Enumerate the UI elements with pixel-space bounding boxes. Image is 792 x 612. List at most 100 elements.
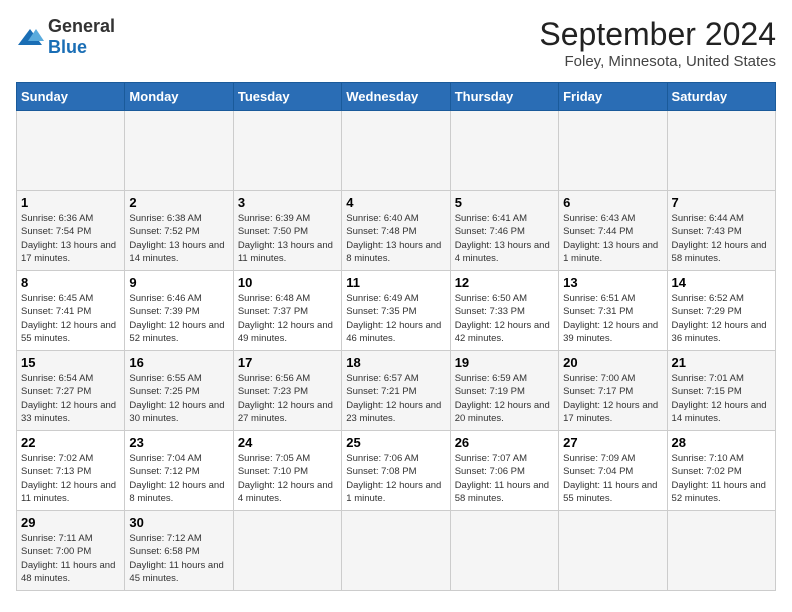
- day-info: Sunrise: 6:56 AMSunset: 7:23 PMDaylight:…: [238, 372, 337, 425]
- day-number: 11: [346, 275, 445, 290]
- day-number: 27: [563, 435, 662, 450]
- day-number: 8: [21, 275, 120, 290]
- col-header-thursday: Thursday: [450, 83, 558, 111]
- calendar-cell: 18Sunrise: 6:57 AMSunset: 7:21 PMDayligh…: [342, 351, 450, 431]
- calendar-cell: 9Sunrise: 6:46 AMSunset: 7:39 PMDaylight…: [125, 271, 233, 351]
- col-header-saturday: Saturday: [667, 83, 775, 111]
- day-info: Sunrise: 6:55 AMSunset: 7:25 PMDaylight:…: [129, 372, 228, 425]
- calendar-cell: 28 Sunrise: 7:10 AMSunset: 7:02 PMDayligh…: [667, 431, 775, 511]
- day-number: 5: [455, 195, 554, 210]
- calendar-cell: 19 Sunrise: 6:59 AMSunset: 7:19 PMDayligh…: [450, 351, 558, 431]
- calendar-table: SundayMondayTuesdayWednesdayThursdayFrid…: [16, 82, 776, 591]
- day-info: Sunrise: 7:00 AMSunset: 7:17 PMDaylight:…: [563, 372, 662, 425]
- calendar-cell: 13 Sunrise: 6:51 AMSunset: 7:31 PMDayligh…: [559, 271, 667, 351]
- day-number: 20: [563, 355, 662, 370]
- calendar-cell: 7Sunrise: 6:44 AMSunset: 7:43 PMDaylight…: [667, 191, 775, 271]
- day-info: Sunrise: 7:06 AMSunset: 7:08 PMDaylight:…: [346, 452, 445, 505]
- logo-general: General: [48, 16, 115, 36]
- title-area: September 2024 Foley, Minnesota, United …: [539, 16, 776, 70]
- day-number: 2: [129, 195, 228, 210]
- day-info: Sunrise: 7:10 AMSunset: 7:02 PMDaylight:…: [672, 452, 771, 505]
- calendar-cell: 14 Sunrise: 6:52 AMSunset: 7:29 PMDayligh…: [667, 271, 775, 351]
- location-title: Foley, Minnesota, United States: [539, 53, 776, 70]
- day-info: Sunrise: 6:59 AMSunset: 7:19 PMDaylight:…: [455, 372, 554, 425]
- calendar-cell: 3Sunrise: 6:39 AMSunset: 7:50 PMDaylight…: [233, 191, 341, 271]
- calendar-cell: 2Sunrise: 6:38 AMSunset: 7:52 PMDaylight…: [125, 191, 233, 271]
- logo: General Blue: [16, 16, 115, 58]
- page-header: General Blue September 2024 Foley, Minne…: [16, 16, 776, 70]
- col-header-tuesday: Tuesday: [233, 83, 341, 111]
- calendar-cell: [667, 511, 775, 591]
- day-info: Sunrise: 6:40 AMSunset: 7:48 PMDaylight:…: [346, 212, 445, 265]
- day-info: Sunrise: 6:54 AMSunset: 7:27 PMDaylight:…: [21, 372, 120, 425]
- day-number: 3: [238, 195, 337, 210]
- day-number: 28: [672, 435, 771, 450]
- calendar-cell: 10 Sunrise: 6:48 AMSunset: 7:37 PMDayligh…: [233, 271, 341, 351]
- logo-icon: [16, 27, 44, 47]
- day-info: Sunrise: 6:51 AMSunset: 7:31 PMDaylight:…: [563, 292, 662, 345]
- calendar-cell: [450, 511, 558, 591]
- day-number: 25: [346, 435, 445, 450]
- calendar-cell: 23 Sunrise: 7:04 AMSunset: 7:12 PMDayligh…: [125, 431, 233, 511]
- calendar-cell: 15 Sunrise: 6:54 AMSunset: 7:27 PMDayligh…: [17, 351, 125, 431]
- calendar-cell: [342, 111, 450, 191]
- day-info: Sunrise: 7:12 AMSunset: 6:58 PMDaylight:…: [129, 532, 228, 585]
- day-info: Sunrise: 7:11 AMSunset: 7:00 PMDaylight:…: [21, 532, 120, 585]
- calendar-cell: [125, 111, 233, 191]
- calendar-cell: [450, 111, 558, 191]
- day-number: 14: [672, 275, 771, 290]
- day-number: 21: [672, 355, 771, 370]
- day-number: 10: [238, 275, 337, 290]
- day-number: 29: [21, 515, 120, 530]
- day-number: 23: [129, 435, 228, 450]
- calendar-cell: 4 Sunrise: 6:40 AMSunset: 7:48 PMDaylight…: [342, 191, 450, 271]
- day-info: Sunrise: 7:01 AMSunset: 7:15 PMDaylight:…: [672, 372, 771, 425]
- col-header-sunday: Sunday: [17, 83, 125, 111]
- day-number: 15: [21, 355, 120, 370]
- day-number: 26: [455, 435, 554, 450]
- calendar-cell: 25 Sunrise: 7:06 AMSunset: 7:08 PMDayligh…: [342, 431, 450, 511]
- calendar-cell: 24Sunrise: 7:05 AMSunset: 7:10 PMDayligh…: [233, 431, 341, 511]
- month-title: September 2024: [539, 16, 776, 53]
- calendar-cell: 5Sunrise: 6:41 AMSunset: 7:46 PMDaylight…: [450, 191, 558, 271]
- calendar-cell: 26Sunrise: 7:07 AMSunset: 7:06 PMDayligh…: [450, 431, 558, 511]
- col-header-wednesday: Wednesday: [342, 83, 450, 111]
- day-number: 7: [672, 195, 771, 210]
- col-header-friday: Friday: [559, 83, 667, 111]
- calendar-cell: 11 Sunrise: 6:49 AMSunset: 7:35 PMDayligh…: [342, 271, 450, 351]
- calendar-cell: [233, 511, 341, 591]
- calendar-cell: 20 Sunrise: 7:00 AMSunset: 7:17 PMDayligh…: [559, 351, 667, 431]
- calendar-cell: 8 Sunrise: 6:45 AMSunset: 7:41 PMDaylight…: [17, 271, 125, 351]
- col-header-monday: Monday: [125, 83, 233, 111]
- day-info: Sunrise: 6:43 AMSunset: 7:44 PMDaylight:…: [563, 212, 662, 265]
- day-info: Sunrise: 6:46 AMSunset: 7:39 PMDaylight:…: [129, 292, 228, 345]
- calendar-cell: 27 Sunrise: 7:09 AMSunset: 7:04 PMDayligh…: [559, 431, 667, 511]
- day-number: 4: [346, 195, 445, 210]
- day-number: 16: [129, 355, 228, 370]
- calendar-cell: [342, 511, 450, 591]
- calendar-cell: [559, 111, 667, 191]
- day-info: Sunrise: 7:09 AMSunset: 7:04 PMDaylight:…: [563, 452, 662, 505]
- calendar-cell: 22Sunrise: 7:02 AMSunset: 7:13 PMDayligh…: [17, 431, 125, 511]
- day-number: 6: [563, 195, 662, 210]
- calendar-cell: 16 Sunrise: 6:55 AMSunset: 7:25 PMDayligh…: [125, 351, 233, 431]
- day-info: Sunrise: 6:57 AMSunset: 7:21 PMDaylight:…: [346, 372, 445, 425]
- day-info: Sunrise: 7:04 AMSunset: 7:12 PMDaylight:…: [129, 452, 228, 505]
- calendar-cell: [17, 111, 125, 191]
- day-info: Sunrise: 6:50 AMSunset: 7:33 PMDaylight:…: [455, 292, 554, 345]
- day-number: 1: [21, 195, 120, 210]
- day-number: 12: [455, 275, 554, 290]
- day-number: 19: [455, 355, 554, 370]
- calendar-cell: 30Sunrise: 7:12 AMSunset: 6:58 PMDayligh…: [125, 511, 233, 591]
- day-info: Sunrise: 6:48 AMSunset: 7:37 PMDaylight:…: [238, 292, 337, 345]
- day-info: Sunrise: 6:45 AMSunset: 7:41 PMDaylight:…: [21, 292, 120, 345]
- calendar-cell: 29 Sunrise: 7:11 AMSunset: 7:00 PMDayligh…: [17, 511, 125, 591]
- calendar-cell: 1Sunrise: 6:36 AMSunset: 7:54 PMDaylight…: [17, 191, 125, 271]
- calendar-cell: [233, 111, 341, 191]
- day-info: Sunrise: 6:49 AMSunset: 7:35 PMDaylight:…: [346, 292, 445, 345]
- day-info: Sunrise: 6:52 AMSunset: 7:29 PMDaylight:…: [672, 292, 771, 345]
- day-number: 22: [21, 435, 120, 450]
- calendar-cell: [559, 511, 667, 591]
- day-number: 13: [563, 275, 662, 290]
- calendar-cell: 21 Sunrise: 7:01 AMSunset: 7:15 PMDayligh…: [667, 351, 775, 431]
